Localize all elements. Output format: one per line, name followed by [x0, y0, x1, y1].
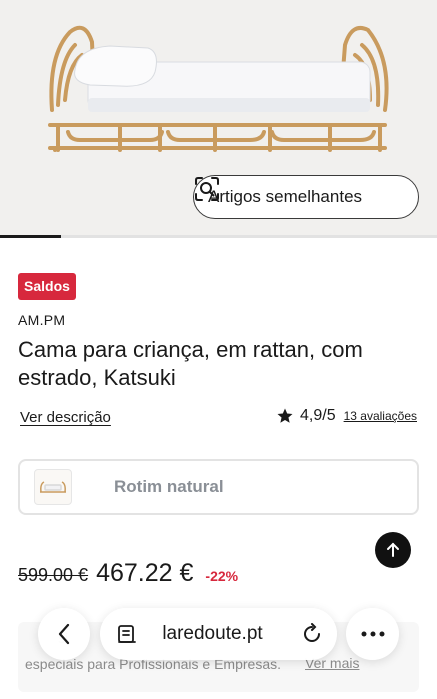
scroll-to-top-button[interactable] [375, 532, 411, 568]
color-variant-selector[interactable]: Rotim natural [18, 459, 419, 515]
browser-toolbar: laredoute.pt [0, 600, 437, 670]
tab-icon [118, 625, 136, 643]
reload-icon[interactable] [301, 623, 323, 645]
similar-items-button[interactable]: Artigos semelhantes [193, 175, 419, 219]
product-title: Cama para criança, em rattan, com estrad… [18, 337, 363, 390]
old-price: 599.00 € [18, 565, 89, 585]
reviews-link[interactable]: 13 avaliações [344, 409, 417, 423]
similar-items-label: Artigos semelhantes [208, 187, 363, 206]
star-icon [277, 408, 293, 423]
more-button[interactable] [346, 608, 399, 660]
back-button[interactable] [38, 608, 90, 660]
more-icon [361, 631, 384, 637]
variant-thumbnail [34, 469, 72, 505]
price-row: 599.00 € 467.22 € -22% [18, 559, 238, 588]
back-chevron-icon [58, 623, 70, 645]
sale-badge: Saldos [18, 273, 76, 300]
url-text: laredoute.pt [162, 623, 263, 644]
arrow-up-icon [387, 542, 399, 557]
product-rating[interactable]: 4,9/5 13 avaliações [276, 407, 417, 425]
gallery-progress-bar [0, 235, 437, 238]
brand-name[interactable]: AM.PM [18, 312, 65, 328]
gallery-progress-fill [0, 235, 62, 238]
address-bar[interactable]: laredoute.pt [100, 608, 337, 660]
product-image-gallery[interactable]: Artigos semelhantes [0, 0, 437, 236]
visual-search-icon [195, 177, 404, 211]
current-price: 467.22 € [96, 559, 194, 587]
view-description-link[interactable]: Ver descrição [20, 409, 111, 426]
variant-label: Rotim natural [114, 477, 224, 496]
rating-value: 4,9/5 [300, 407, 336, 424]
discount-badge: -22% [205, 568, 239, 584]
